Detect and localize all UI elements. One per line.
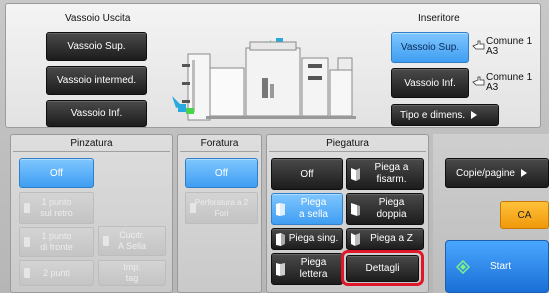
inserter-upper-tray-button[interactable]: Vassoio Sup. [391, 32, 469, 63]
punch-icon [190, 203, 196, 213]
z-fold-label: Piega a Z [370, 233, 413, 244]
binding-settings-button[interactable]: Imp. tag [98, 260, 166, 286]
output-inserter-panel: Vassoio Uscita Vassoio Sup. Vassoio inte… [5, 3, 541, 128]
binding-line2: tag [125, 273, 139, 283]
hand-paper-icon [472, 76, 485, 86]
arrow-right-icon [471, 111, 478, 119]
folding-title: Piegatura [326, 138, 369, 149]
details-highlight-frame [341, 250, 424, 286]
inserter-title: Inseritore [418, 13, 460, 24]
arrow-right-icon [520, 169, 527, 177]
hand-paper-icon [472, 40, 485, 50]
staple-one-front-line1: 1 punto [41, 231, 72, 241]
saddle-stitch-button[interactable]: Cucitr. A Sella [98, 226, 166, 256]
output-tray-lower-button[interactable]: Vassoio Inf. [46, 100, 147, 127]
staple-icon [24, 237, 30, 247]
saddle-stitch-label: Cucitr. A Sella [118, 230, 146, 252]
double-fold-icon [351, 202, 360, 216]
copies-pages-label: Copie/pagine [456, 167, 515, 179]
punch-title: Foratura [200, 138, 239, 149]
staple-icon [103, 236, 109, 246]
output-tray-upper-button[interactable]: Vassoio Sup. [46, 32, 147, 61]
type-and-size-label: Tipo e dimens. [400, 109, 466, 121]
output-tray-middle-button[interactable]: Vassoio intermed. [46, 66, 147, 95]
punch-off-button[interactable]: Off [185, 158, 258, 188]
start-button[interactable]: Start [445, 240, 549, 293]
stapling-divider [13, 151, 170, 152]
accordion-line1: Piega a [374, 162, 409, 173]
double-fold-line2: doppia [376, 209, 407, 220]
single-fold-button[interactable]: Piega sing. [271, 228, 343, 250]
saddle-stitch-line1: Cucitr. [119, 230, 145, 240]
punch-two-holes-label: Perforatura a 2 Fori [195, 197, 248, 219]
finisher-machine-illustration [172, 38, 356, 121]
staple-one-back-button[interactable]: 1 punto sul retro [19, 192, 94, 224]
finishing-settings-screen: Vassoio Uscita Vassoio Sup. Vassoio inte… [0, 0, 549, 293]
staple-icon [24, 203, 30, 213]
staple-one-front-label: 1 punto di fronte [40, 231, 73, 253]
type-and-size-button[interactable]: Tipo e dimens. [391, 104, 499, 126]
staple-two-points-button[interactable]: 2 punti [19, 260, 94, 286]
letter-fold-line1: Piega [300, 257, 327, 268]
letter-fold-label: Piega lettera [285, 257, 342, 281]
single-fold-icon [276, 232, 285, 246]
z-fold-button[interactable]: Piega a Z [346, 228, 424, 250]
inserter-upper-paper-info: Comune 1 A3 [486, 37, 532, 57]
lower-paper-size: A3 [486, 82, 499, 93]
upper-paper-size: A3 [486, 46, 499, 57]
start-diamond-icon [456, 259, 470, 274]
binding-line1: Imp. [123, 262, 141, 272]
output-tray-title: Vassoio Uscita [65, 13, 131, 24]
stapling-off-button[interactable]: Off [19, 158, 94, 188]
staple-one-front-line2: di fronte [40, 242, 73, 252]
punch-two-holes-line2: Fori [214, 209, 229, 218]
staple-one-back-line2: sul retro [40, 208, 73, 218]
binding-settings-label: Imp. tag [123, 262, 141, 284]
letter-fold-icon [276, 262, 285, 276]
copies-pages-button[interactable]: Copie/pagine [445, 158, 549, 188]
staple-two-points-label: 2 punti [42, 267, 71, 278]
saddle-fold-line1: Piega [300, 197, 327, 208]
clear-all-button[interactable]: CA [500, 201, 549, 229]
saddle-fold-label: Piega a sella [285, 197, 342, 221]
accordion-fold-icon [351, 167, 360, 181]
letter-fold-button[interactable]: Piega lettera [271, 253, 343, 285]
punch-two-holes-line1: Perforatura a 2 [194, 198, 249, 207]
staple-icon [24, 268, 30, 278]
saddle-stitch-line2: A Sella [117, 241, 147, 251]
accordion-fold-label: Piega a fisarm. [360, 162, 423, 186]
accordion-line2: fisarm. [376, 174, 407, 185]
inserter-lower-paper-info: Comune 1 A3 [486, 73, 532, 93]
double-fold-button[interactable]: Piega doppia [346, 193, 424, 225]
staple-one-back-label: 1 punto sul retro [40, 197, 73, 219]
inserter-lower-tray-button[interactable]: Vassoio Inf. [391, 68, 469, 98]
single-fold-label: Piega sing. [288, 233, 339, 244]
staple-one-front-button[interactable]: 1 punto di fronte [19, 227, 94, 257]
saddle-fold-line2: a sella [299, 209, 328, 220]
saddle-fold-icon [276, 202, 285, 216]
z-fold-icon [351, 232, 360, 246]
punch-two-holes-button[interactable]: Perforatura a 2 Fori [185, 192, 258, 224]
folding-divider [269, 151, 426, 152]
double-fold-label: Piega doppia [360, 197, 423, 221]
double-fold-line1: Piega [378, 197, 405, 208]
saddle-fold-button[interactable]: Piega a sella [271, 193, 343, 225]
fold-off-button[interactable]: Off [271, 158, 343, 190]
staple-one-back-line1: 1 punto [41, 197, 72, 207]
punch-divider [180, 151, 259, 152]
stapling-title: Pinzatura [70, 138, 113, 149]
letter-fold-line2: lettera [299, 269, 328, 280]
start-label: Start [490, 261, 512, 272]
accordion-fold-button[interactable]: Piega a fisarm. [346, 158, 424, 190]
